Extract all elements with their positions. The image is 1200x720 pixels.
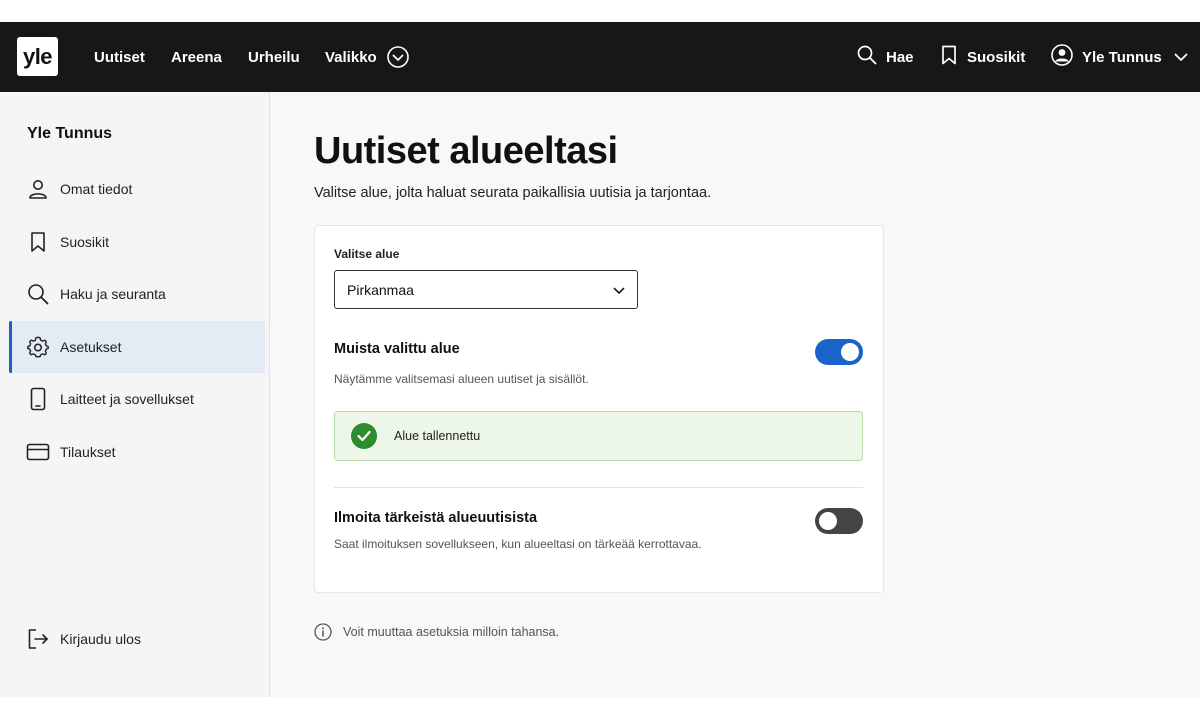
remember-region-description: Näytämme valitsemasi alueen uutiset ja s… (334, 372, 589, 386)
divider (334, 487, 863, 488)
notify-toggle[interactable] (815, 508, 863, 534)
bottom-strip (0, 697, 1200, 720)
main-content: Uutiset alueeltasi Valitse alue, jolta h… (270, 92, 1200, 697)
chevron-down-icon (613, 282, 625, 298)
logout-button[interactable]: Kirjaudu ulos (9, 613, 262, 665)
sidebar-item-omat-tiedot[interactable]: Omat tiedot (9, 163, 262, 215)
sidebar-title: Yle Tunnus (27, 125, 113, 142)
region-select-value: Pirkanmaa (347, 281, 414, 298)
favorites-label: Suosikit (967, 48, 1026, 66)
device-icon (26, 387, 50, 411)
success-message-text: Alue tallennettu (394, 429, 481, 443)
sidebar-item-label: Laitteet ja sovellukset (60, 391, 194, 407)
nav-valikko[interactable]: Valikko (325, 22, 409, 92)
region-select[interactable]: Pirkanmaa (334, 270, 638, 309)
nav-valikko-label: Valikko (325, 48, 377, 66)
info-text: Voit muuttaa asetuksia milloin tahansa. (343, 625, 560, 639)
account-label: Yle Tunnus (1082, 48, 1162, 66)
user-circle-icon (1051, 44, 1073, 70)
notify-description: Saat ilmoituksen sovellukseen, kun aluee… (334, 537, 702, 551)
logout-label: Kirjaudu ulos (60, 631, 141, 647)
sidebar-item-label: Omat tiedot (60, 181, 133, 197)
sidebar-item-label: Haku ja seuranta (60, 286, 166, 302)
sidebar: Yle Tunnus Omat tiedot Suosikit Haku ja … (0, 92, 270, 697)
nav-areena[interactable]: Areena (171, 22, 222, 92)
sidebar-item-label: Tilaukset (60, 444, 116, 460)
remember-region-title: Muista valittu alue (334, 341, 460, 357)
account-menu-button[interactable]: Yle Tunnus (1051, 22, 1188, 92)
sidebar-item-label: Asetukset (60, 339, 122, 355)
sidebar-item-label: Suosikit (60, 234, 110, 250)
sidebar-item-tilaukset[interactable]: Tilaukset (9, 426, 262, 478)
person-icon (26, 177, 50, 201)
nav-uutiset[interactable]: Uutiset (94, 22, 145, 92)
logout-icon (26, 627, 50, 651)
chevron-down-icon (1174, 49, 1188, 66)
search-icon (857, 45, 877, 69)
nav-urheilu[interactable]: Urheilu (248, 22, 300, 92)
chevron-circle-icon (386, 46, 409, 68)
search-label: Hae (886, 48, 914, 66)
remember-region-toggle[interactable] (815, 339, 863, 365)
sidebar-item-laitteet-ja-sovellukset[interactable]: Laitteet ja sovellukset (9, 373, 262, 425)
yle-logo[interactable]: yle (17, 37, 58, 76)
info-icon (314, 623, 332, 641)
bookmark-icon (26, 230, 50, 254)
page-title: Uutiset alueeltasi (314, 130, 618, 172)
toggle-knob (841, 343, 859, 361)
top-navigation-bar: yle Uutiset Areena Urheilu Valikko Hae S… (0, 22, 1200, 92)
card-icon (26, 440, 50, 464)
toggle-knob (819, 512, 837, 530)
search-button[interactable]: Hae (857, 22, 914, 92)
checkmark-icon (351, 423, 377, 449)
bookmark-icon (941, 45, 957, 69)
region-select-label: Valitse alue (334, 247, 400, 261)
search-icon (26, 282, 50, 306)
sidebar-item-asetukset[interactable]: Asetukset (9, 321, 265, 373)
page-description: Valitse alue, jolta haluat seurata paika… (314, 185, 712, 201)
favorites-button[interactable]: Suosikit (941, 22, 1025, 92)
settings-card: Valitse alue Pirkanmaa Muista valittu al… (314, 225, 884, 593)
info-note: Voit muuttaa asetuksia milloin tahansa. (314, 623, 559, 641)
sidebar-item-haku-ja-seuranta[interactable]: Haku ja seuranta (9, 268, 262, 320)
success-message: Alue tallennettu (334, 411, 863, 461)
gear-icon (26, 335, 50, 359)
notify-title: Ilmoita tärkeistä alueuutisista (334, 510, 538, 526)
sidebar-item-suosikit[interactable]: Suosikit (9, 216, 262, 268)
